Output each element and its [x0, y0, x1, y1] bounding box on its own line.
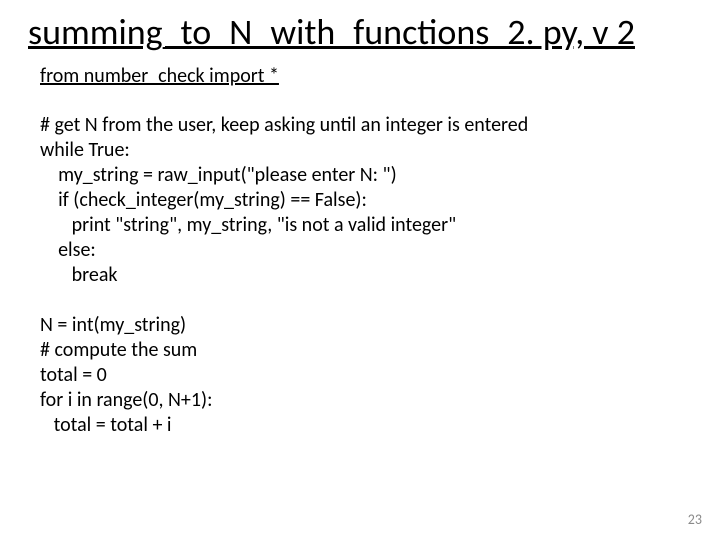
code-block: # get N from the user, keep asking until… [40, 113, 680, 438]
page-number: 23 [688, 511, 702, 528]
import-line: from number_check import * [40, 64, 680, 89]
slide: summing_to_N_with_functions_2. py, v 2 f… [0, 0, 720, 540]
slide-title: summing_to_N_with_functions_2. py, v 2 [0, 0, 720, 54]
slide-body: from number_check import * # get N from … [0, 54, 720, 438]
